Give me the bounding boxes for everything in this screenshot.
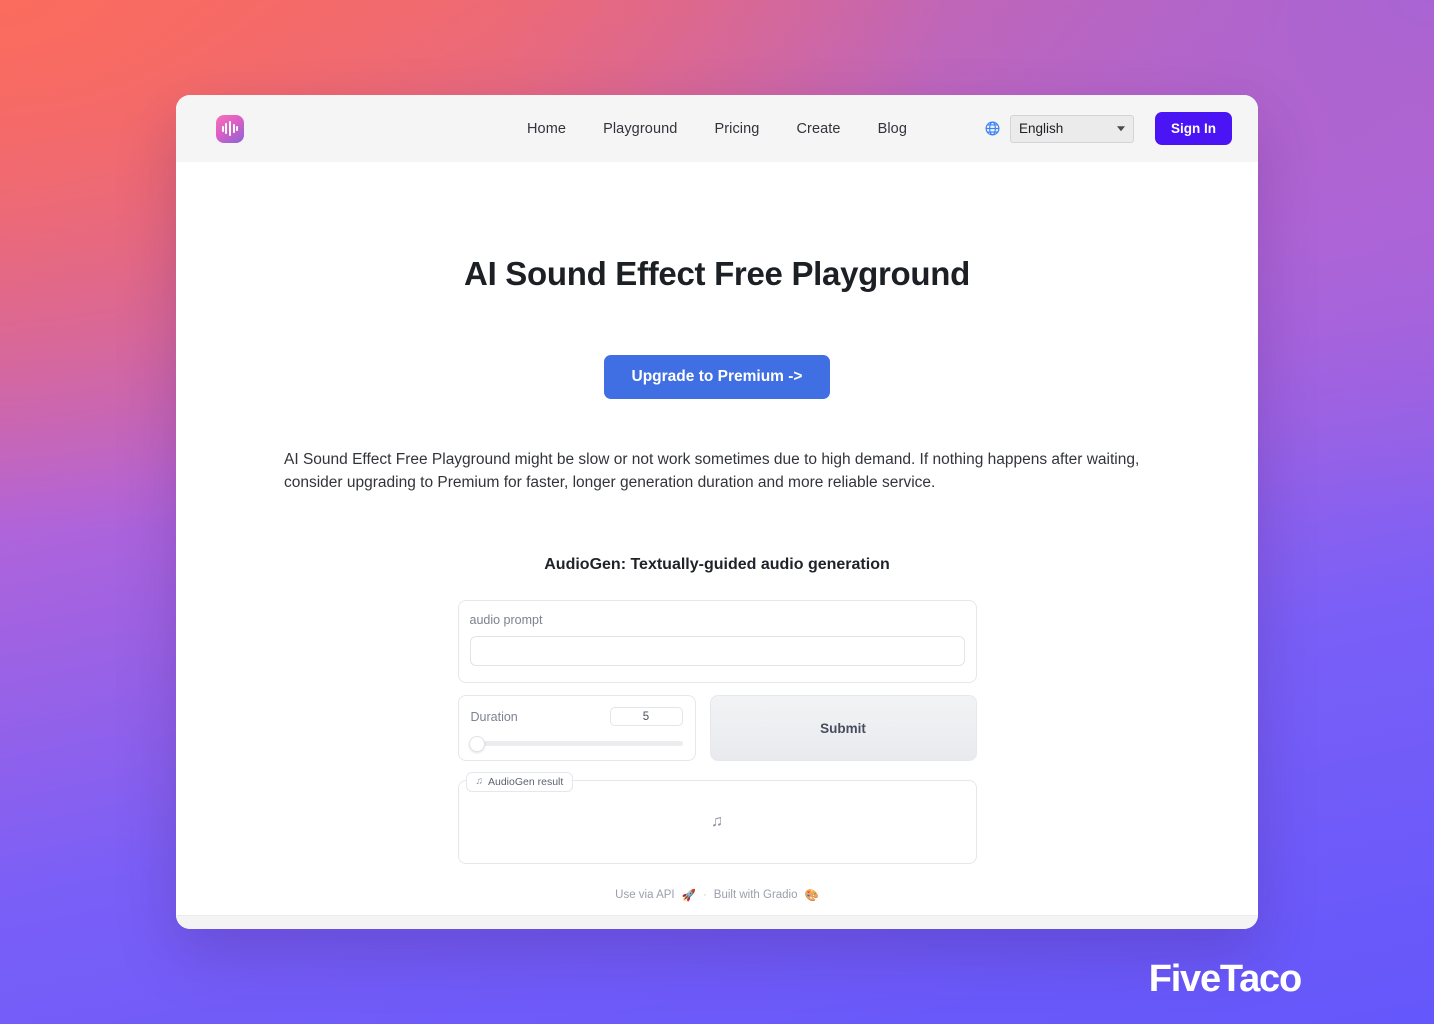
- nav-item-create[interactable]: Create: [796, 121, 840, 137]
- duration-slider[interactable]: [468, 735, 683, 752]
- nav-item-home[interactable]: Home: [527, 121, 566, 137]
- submit-button[interactable]: Submit: [709, 695, 977, 761]
- music-note-icon: ♫: [711, 813, 723, 830]
- built-with-gradio-link[interactable]: Built with Gradio: [714, 889, 798, 901]
- waveform-bar: [225, 123, 228, 134]
- upgrade-to-premium-button[interactable]: Upgrade to Premium ->: [603, 355, 831, 399]
- globe-icon: [985, 121, 1000, 136]
- rocket-icon: 🚀: [681, 890, 696, 902]
- language-selected-value: English: [1019, 121, 1064, 136]
- service-notice-text: AI Sound Effect Free Playground might be…: [284, 451, 1140, 491]
- audio-prompt-label: audio prompt: [469, 613, 543, 627]
- waveform-bar: [236, 126, 239, 131]
- audiogen-result-empty-state: ♫: [459, 781, 976, 863]
- site-card: Home Playground Pricing Create Blog Engl…: [176, 95, 1258, 929]
- chevron-down-icon: [1117, 125, 1125, 131]
- sign-in-button[interactable]: Sign In: [1155, 112, 1232, 145]
- language-selector[interactable]: English: [984, 114, 1144, 143]
- controls-row: Duration Submit: [457, 695, 977, 761]
- waveform-bar: [229, 121, 231, 136]
- upgrade-button-wrapper: Upgrade to Premium ->: [176, 355, 1258, 399]
- use-via-api-link[interactable]: Use via API: [615, 889, 674, 901]
- duration-panel: Duration: [457, 695, 696, 761]
- gradio-credits: Use via API 🚀 · Built with Gradio 🎨: [458, 888, 977, 902]
- nav-item-pricing[interactable]: Pricing: [714, 121, 759, 137]
- site-footer: Ai Sound Effect Generator LINKS LEGAL LA…: [176, 915, 1258, 929]
- page-title: AI Sound Effect Free Playground: [464, 255, 970, 292]
- page-body: AI Sound Effect Free Playground Upgrade …: [176, 255, 1258, 915]
- duration-header: Duration: [471, 707, 683, 726]
- gradio-app-title: AudioGen: Textually-guided audio generat…: [544, 556, 890, 573]
- fivetaco-watermark: FiveTaco: [1148, 958, 1303, 1000]
- audio-prompt-input[interactable]: [469, 636, 965, 666]
- language-dropdown[interactable]: English: [1010, 114, 1134, 143]
- duration-number-input[interactable]: [609, 707, 683, 726]
- audio-prompt-panel: audio prompt: [457, 600, 977, 683]
- gradio-app: audio prompt Duration Submit: [457, 600, 977, 902]
- nav-item-blog[interactable]: Blog: [878, 121, 907, 137]
- waveform-bar: [221, 125, 224, 132]
- header-right-controls: English Sign In: [984, 112, 1232, 145]
- duration-label: Duration: [470, 709, 518, 724]
- waveform-bar: [232, 124, 235, 133]
- site-header: Home Playground Pricing Create Blog Engl…: [176, 95, 1258, 162]
- audio-waveform-logo-icon[interactable]: [216, 114, 244, 143]
- audiogen-result-panel: ♫ AudioGen result ♫: [457, 772, 977, 864]
- duration-slider-thumb[interactable]: [468, 735, 485, 752]
- credits-separator: ·: [702, 889, 707, 901]
- gradio-logo-icon: 🎨: [804, 890, 819, 902]
- nav-item-playground[interactable]: Playground: [603, 121, 677, 137]
- main-navigation: Home Playground Pricing Create Blog: [527, 121, 907, 137]
